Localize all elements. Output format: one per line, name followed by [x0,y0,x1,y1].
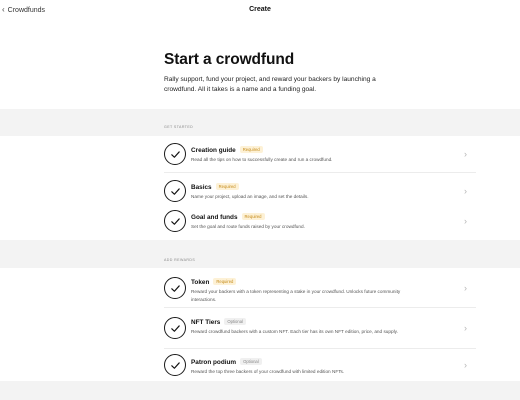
hero: Start a crowdfund Rally support, fund yo… [164,51,404,95]
item-title-text: Creation guide [191,147,236,154]
item-title: Goal and funds Required [191,213,265,221]
required-badge: Required [213,278,237,285]
list-item-goal-and-funds[interactable]: Goal and funds Required Set the goal and … [0,203,520,240]
item-title-text: Basics [191,184,212,191]
list-item-creation-guide[interactable]: Creation guide Required Read all the tips… [0,136,520,173]
top-bar: ‹ Crowdfunds Create [0,0,520,22]
optional-badge: Optional [224,318,246,325]
item-title: Patron podium Optional [191,358,262,366]
divider [164,348,476,349]
item-description: Reward crowdfund backers with a custom N… [191,329,398,334]
item-description: Reward your backers with a token represe… [191,289,401,302]
item-description: Set the goal and route funds raised by y… [191,224,305,229]
chevron-right-icon: › [464,360,467,370]
section-label: GET STARTED [164,125,194,129]
item-description: Read all the tips on how to successfully… [191,157,333,162]
hero-description: Rally support, fund your project, and re… [164,76,376,93]
check-icon [164,180,186,202]
item-description: Reward the top three backers of your cro… [191,369,345,374]
hero-title: Start a crowdfund [164,51,295,68]
list-item-token[interactable]: Token Required Reward your backers with a… [0,268,520,307]
check-icon [164,317,186,339]
chevron-right-icon: › [464,323,467,333]
item-title: Token Required [191,278,237,286]
chevron-right-icon: › [464,149,467,159]
check-icon [164,277,186,299]
required-badge: Required [241,213,265,220]
item-title-text: Token [191,279,210,286]
item-title-text: NFT Tiers [191,319,221,326]
optional-badge: Optional [240,358,262,365]
item-title: Creation guide Required [191,146,263,154]
chevron-right-icon: › [464,216,467,226]
item-title-text: Goal and funds [191,214,238,221]
item-title-text: Patron podium [191,359,237,366]
chevron-right-icon: › [464,186,467,196]
chevron-right-icon: › [464,283,467,293]
required-badge: Required [239,146,263,153]
section-label: ADD REWARDS [164,258,196,262]
list-item-patron-podium[interactable]: Patron podium Optional Reward the top thr… [0,350,520,381]
list-item-nft-tiers[interactable]: NFT Tiers Optional Reward crowdfund backe… [0,308,520,348]
page-title: Create [249,6,271,13]
check-icon [164,210,186,232]
section-header-add-rewards: ADD REWARDS [0,240,520,268]
item-title: NFT Tiers Optional [191,318,246,326]
check-icon [164,354,186,376]
section-header-get-started: GET STARTED [0,109,520,136]
item-description: Name your project, upload an image, and … [191,194,309,199]
bottom-section-background [0,381,520,400]
required-badge: Required [215,183,239,190]
check-icon [164,143,186,165]
item-title: Basics Required [191,183,239,191]
